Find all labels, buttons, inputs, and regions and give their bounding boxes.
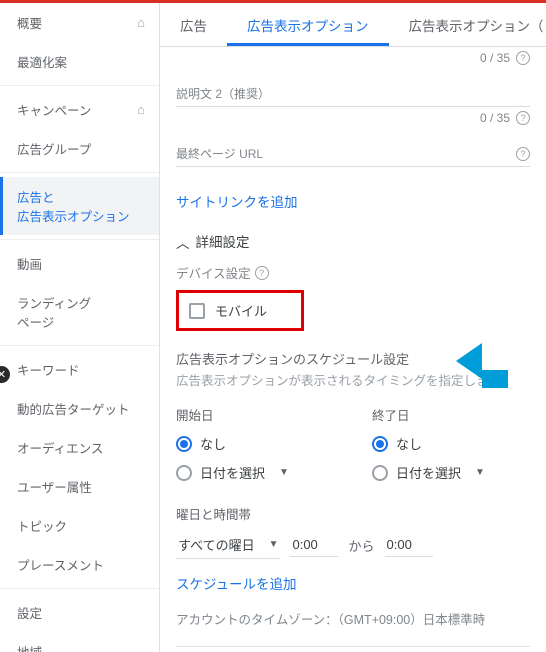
radio-label: 日付を選択 [396, 463, 461, 482]
sidebar-divider [0, 345, 159, 346]
char-counter: 0 / 35 [480, 51, 510, 65]
field-label-desc2: 説明文 2（推奨） [176, 85, 270, 102]
end-radio-none[interactable]: なし [372, 434, 512, 453]
sidebar-item-label: ページ [17, 312, 145, 331]
sidebar-item-landing[interactable]: ランディング ページ [0, 283, 159, 341]
content: 0 / 35 ? 説明文 2（推奨） 0 / 35 ? 最終ページ URL ? [160, 47, 546, 652]
radio-icon [176, 465, 192, 481]
sidebar-item-label: 概要 [17, 13, 42, 32]
home-icon: ⌂ [137, 102, 145, 117]
sidebar-item-recommendations[interactable]: 最適化案 [0, 42, 159, 81]
tab-ads[interactable]: 広告 [160, 3, 227, 46]
schedule-title: 広告表示オプションのスケジュール設定 [176, 349, 530, 368]
sidebar-item-label: ランディング [17, 297, 91, 311]
sidebar-item-campaigns[interactable]: キャンペーン ⌂ [0, 90, 159, 129]
mobile-checkbox-label: モバイル [215, 301, 267, 320]
sidebar-item-topics[interactable]: トピック [0, 506, 159, 545]
add-sitelink-link[interactable]: サイトリンクを追加 [176, 191, 298, 211]
start-radio-none[interactable]: なし [176, 434, 316, 453]
sidebar-item-label: 広告表示オプション [17, 206, 145, 225]
radio-icon [176, 436, 192, 452]
end-date-label: 終了日 [372, 405, 512, 424]
sidebar-item-video[interactable]: 動画 [0, 244, 159, 283]
sidebar-item-settings[interactable]: 設定 [0, 593, 159, 632]
sidebar-item-adgroups[interactable]: 広告グループ [0, 129, 159, 168]
dow-select[interactable]: すべての曜日 ▼ [176, 531, 280, 559]
sidebar-item-ads-extensions[interactable]: 広告と 広告表示オプション [0, 177, 159, 235]
sidebar-item-label: オーディエンス [17, 442, 103, 456]
start-date-label: 開始日 [176, 405, 316, 424]
device-settings-label: デバイス設定 [176, 263, 251, 282]
char-counter: 0 / 35 [480, 111, 510, 125]
dow-label: 曜日と時間帯 [176, 504, 530, 523]
sidebar-divider [0, 588, 159, 589]
sidebar-divider [0, 239, 159, 240]
sidebar-item-label: 最適化案 [17, 56, 67, 70]
tab-ad-extensions[interactable]: 広告表示オプション [227, 3, 389, 46]
end-radio-date[interactable]: 日付を選択 ▼ [372, 463, 512, 482]
time-from-input[interactable]: 0:00 [290, 533, 338, 557]
advanced-settings-toggle[interactable]: ︿ 詳細設定 [176, 231, 530, 251]
add-schedule-link[interactable]: スケジュールを追加 [176, 573, 297, 593]
divider [176, 646, 530, 647]
tabs: 広告 広告表示オプション 広告表示オプション（ [160, 3, 546, 47]
sidebar-item-label: トピック [17, 520, 67, 534]
timezone-note: アカウントのタイムゾーン：（GMT+09:00）日本標準時 [176, 609, 530, 628]
sidebar-item-dynamic[interactable]: 動的広告ターゲット [0, 389, 159, 428]
sidebar-item-label: プレースメント [17, 559, 104, 573]
dow-select-value: すべての曜日 [178, 535, 255, 554]
help-icon[interactable]: ? [516, 147, 530, 161]
start-radio-date[interactable]: 日付を選択 ▼ [176, 463, 316, 482]
radio-icon [372, 465, 388, 481]
from-label: から [348, 536, 374, 555]
home-icon: ⌂ [137, 15, 145, 30]
radio-label: なし [200, 434, 226, 453]
sidebar-item-label: 設定 [17, 607, 42, 621]
sidebar-item-keywords[interactable]: キーワード [0, 350, 159, 389]
sidebar-item-audiences[interactable]: オーディエンス [0, 428, 159, 467]
help-icon[interactable]: ? [255, 266, 269, 280]
sidebar-divider [0, 172, 159, 173]
chevron-down-icon: ▼ [475, 467, 485, 478]
sidebar-item-label: キャンペーン [17, 100, 91, 119]
radio-label: なし [396, 434, 422, 453]
chevron-down-icon: ▼ [279, 467, 289, 478]
sidebar-item-locations[interactable]: 地域 [0, 632, 159, 652]
chevron-up-icon: ︿ [176, 232, 190, 252]
sidebar-item-label: ユーザー属性 [17, 481, 92, 495]
sidebar-item-label: 地域 [17, 646, 42, 652]
sidebar-item-label: 広告と [17, 191, 55, 205]
sidebar-divider [0, 85, 159, 86]
schedule-subtitle: 広告表示オプションが表示されるタイミングを指定します [176, 370, 530, 389]
sidebar-item-label: 広告グループ [17, 143, 91, 157]
sidebar-item-placements[interactable]: プレースメント [0, 545, 159, 584]
mobile-checkbox[interactable] [189, 303, 205, 319]
mobile-checkbox-highlight: モバイル [176, 290, 304, 331]
sidebar-item-label: 動画 [17, 258, 42, 272]
advanced-settings-label: 詳細設定 [196, 231, 250, 251]
sidebar-item-overview[interactable]: 概要 ⌂ [0, 3, 159, 42]
chevron-down-icon: ▼ [269, 539, 279, 550]
sidebar-item-label: キーワード [17, 364, 80, 378]
time-to-input[interactable]: 0:00 [385, 533, 433, 557]
sidebar: 概要 ⌂ 最適化案 キャンペーン ⌂ 広告グループ 広告と 広告表示オプション … [0, 3, 160, 652]
sidebar-item-demographics[interactable]: ユーザー属性 [0, 467, 159, 506]
sidebar-item-label: 動的広告ターゲット [17, 403, 130, 417]
field-label-final-url: 最終ページ URL [176, 145, 263, 162]
help-icon[interactable]: ? [516, 51, 530, 65]
tab-ad-extensions-2[interactable]: 広告表示オプション（ [389, 3, 546, 46]
help-icon[interactable]: ? [516, 111, 530, 125]
radio-icon [372, 436, 388, 452]
radio-label: 日付を選択 [200, 463, 265, 482]
